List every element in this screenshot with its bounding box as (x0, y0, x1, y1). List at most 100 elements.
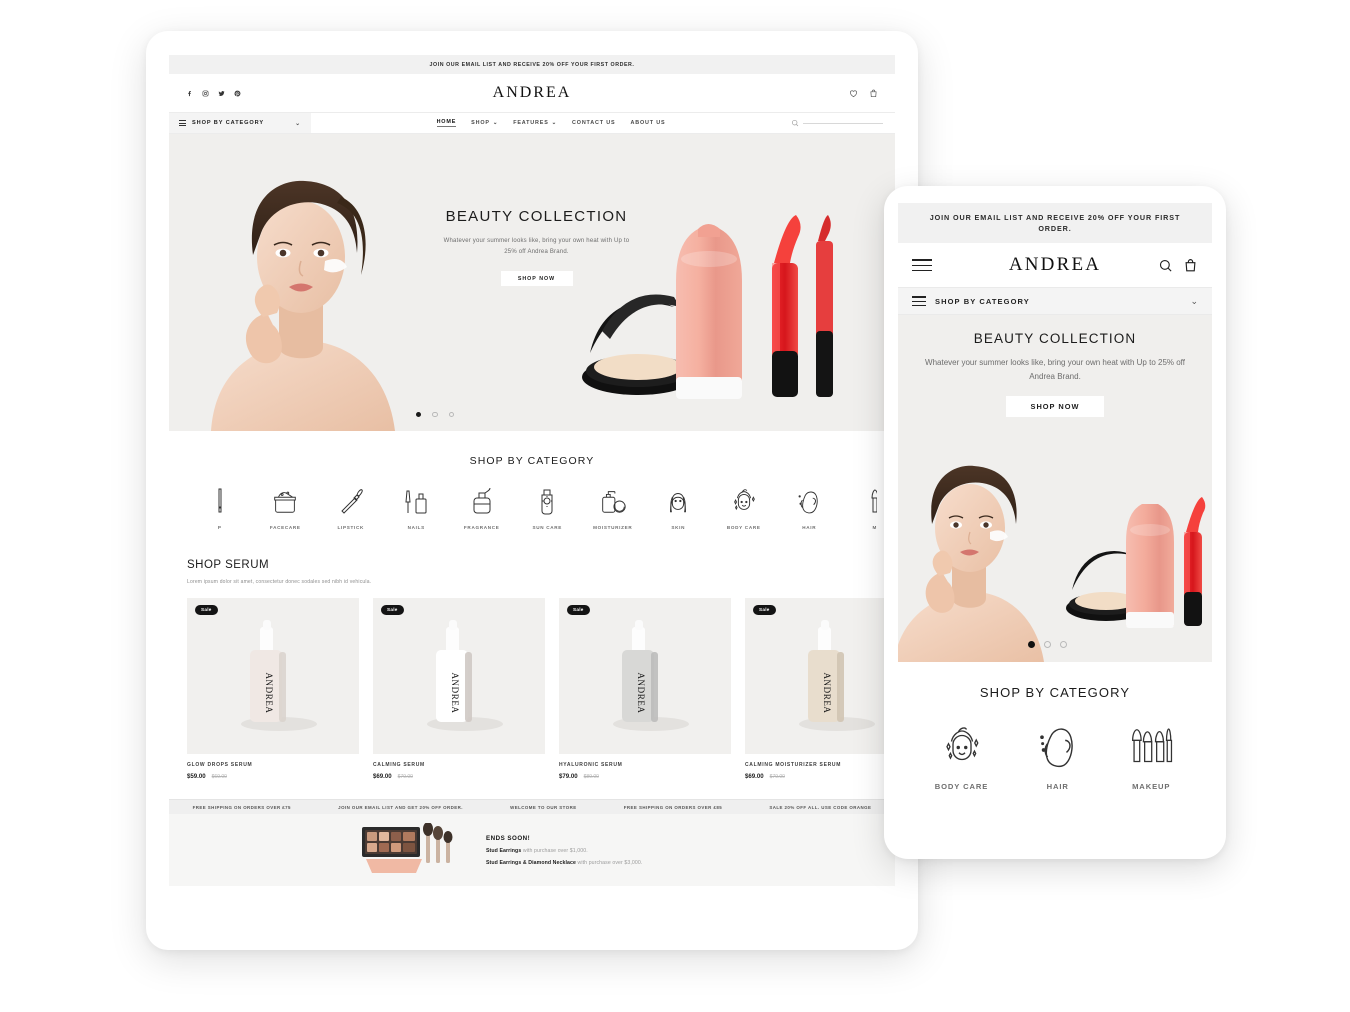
marquee-item: JOIN OUR EMAIL LIST AND GET 20% OFF ORDE… (338, 804, 463, 810)
menu-item-features[interactable]: FEATURES ⌄ (513, 120, 557, 126)
category-item-nails[interactable]: NAILS (384, 486, 450, 530)
brand-logo[interactable]: ANDREA (493, 84, 572, 102)
mobile-header-actions (1158, 258, 1198, 273)
hamburger-menu-icon[interactable] (912, 259, 932, 272)
category-item-facecare[interactable]: FACECARE (253, 486, 319, 530)
promo-line-2: Stud Earrings & Diamond Necklace with pu… (486, 860, 704, 866)
hero-carousel-dots (416, 411, 455, 417)
shop-by-category-label: SHOP BY CATEGORY (192, 120, 265, 126)
mobile-hero-image (898, 466, 1206, 663)
carousel-dot-3[interactable] (448, 411, 455, 417)
marquee-bar: FREE SHIPPING ON ORDERS OVER £75 JOIN OU… (169, 799, 895, 814)
product-name: CALMING MOISTURIZER SERUM (745, 762, 842, 768)
hamburger-menu-icon (179, 120, 186, 126)
promo-line-1-rest: with purchase over $1,000. (521, 847, 588, 854)
facebook-icon[interactable] (186, 90, 193, 97)
promo-banner: ENDS SOON! Stud Earrings with purchase o… (169, 814, 895, 886)
header-actions (849, 89, 878, 98)
category-label: FRAGRANCE (463, 525, 500, 530)
carousel-dot-2[interactable] (1044, 641, 1051, 649)
search-icon[interactable] (1158, 258, 1173, 273)
lipstick-icon (341, 489, 363, 514)
carousel-dot-2[interactable] (432, 411, 438, 417)
category-item-body-care[interactable]: BODY CARE (711, 486, 777, 530)
menu-item-contact-us[interactable]: CONTACT US (572, 120, 615, 126)
brand-logo[interactable]: ANDREA (1009, 254, 1101, 276)
wishlist-heart-icon[interactable] (849, 89, 858, 98)
mobile-hero-text-block: BEAUTY COLLECTION Whatever your summer l… (898, 315, 1212, 417)
product-card[interactable]: Sale ANDREA HYALURONIC SERUM $79.00 $89.… (559, 598, 731, 780)
shopping-bag-icon[interactable] (869, 89, 878, 98)
promo-heading: ENDS SOON! (486, 834, 531, 842)
search-input[interactable] (791, 113, 895, 133)
category-item-sun-care[interactable]: SUN CARE (515, 486, 581, 530)
serum-subtitle: Lorem ipsum dolor sit amet, consectetur … (187, 579, 372, 585)
category-section-title: SHOP BY CATEGORY (469, 455, 595, 467)
announcement-bar: JOIN OUR EMAIL LIST AND RECEIVE 20% OFF … (169, 55, 895, 74)
serum-title: SHOP SERUM (187, 559, 270, 571)
menu-item-home-label: HOME (436, 119, 457, 125)
mobile-hero-title: BEAUTY COLLECTION (973, 331, 1137, 347)
category-item-fragrance[interactable]: FRAGRANCE (449, 486, 515, 530)
product-card[interactable]: Sale ANDREA GLOW DROPS SERUM $59.00 $69.… (187, 598, 359, 780)
category-label: SUN CARE (532, 525, 563, 530)
desktop-viewport: JOIN OUR EMAIL LIST AND RECEIVE 20% OFF … (169, 55, 895, 927)
desktop-header: ANDREA (169, 74, 895, 112)
mobile-shop-by-category-button[interactable]: SHOP BY CATEGORY ⌄ (898, 287, 1212, 316)
twitter-icon[interactable] (218, 90, 225, 97)
product-thumbnail: Sale ANDREA (187, 598, 359, 754)
shop-by-category-button[interactable]: SHOP BY CATEGORY ⌄ (169, 113, 311, 133)
pinterest-icon[interactable] (234, 90, 241, 97)
product-price: $59.00 $69.00 (187, 773, 359, 780)
product-card[interactable]: Sale ANDREA CALMING SERUM $69.00 $79.00 (373, 598, 545, 780)
category-item-skin[interactable]: SKIN (646, 486, 712, 530)
mobile-announcement-bar: JOIN OUR EMAIL LIST AND RECEIVE 20% OFF … (898, 203, 1212, 244)
makeup-brush-icon (871, 489, 877, 513)
mobile-category-item-makeup[interactable]: MAKEUP (1127, 722, 1175, 791)
sunscreen-tube-icon (541, 489, 553, 515)
mobile-category-section: SHOP BY CATEGORY BODY CARE HAIR MAKEUP (898, 662, 1212, 791)
instagram-icon[interactable] (202, 90, 209, 97)
category-label: MOISTURIZER (593, 525, 633, 530)
category-label: NAILS (407, 525, 425, 530)
sale-badge: Sale (567, 605, 590, 615)
mobile-category-item-body-care[interactable]: BODY CARE (935, 722, 989, 791)
hamburger-menu-icon (912, 296, 926, 307)
carousel-dot-3[interactable] (1060, 641, 1067, 649)
product-card[interactable]: Sale ANDREA CALMING MOISTURIZER SERUM $6… (745, 598, 895, 780)
category-item-hair[interactable]: HAIR (777, 486, 843, 530)
marquee-item: WELCOME TO OUR STORE (510, 804, 577, 810)
brand-logo-wrap: ANDREA (169, 74, 895, 112)
search-underline (803, 122, 883, 124)
product-thumbnail: Sale ANDREA (373, 598, 545, 754)
category-label: BODY CARE (726, 525, 761, 530)
svg-text:ANDREA: ANDREA (264, 672, 274, 713)
product-price-compare: $69.00 (211, 774, 227, 780)
mobile-category-list: BODY CARE HAIR MAKEUP (912, 722, 1198, 791)
menu-item-home[interactable]: HOME (436, 119, 457, 127)
product-price: $79.00 $89.00 (559, 773, 731, 780)
mobile-category-section-title: SHOP BY CATEGORY (979, 685, 1131, 701)
product-price-current: $69.00 (373, 773, 392, 780)
carousel-dot-1[interactable] (416, 411, 422, 417)
product-price-current: $69.00 (745, 773, 764, 780)
sale-badge: Sale (753, 605, 776, 615)
product-name: HYALURONIC SERUM (559, 762, 623, 768)
promo-text-block: ENDS SOON! Stud Earrings with purchase o… (486, 835, 704, 866)
menu-item-shop[interactable]: SHOP ⌄ (471, 120, 498, 126)
category-item-moisturizer[interactable]: MOISTURIZER (580, 486, 646, 530)
promo-line-2-bold: Stud Earrings & Diamond Necklace (486, 859, 576, 866)
category-item-p[interactable]: P (187, 486, 253, 530)
category-label: SKIN (671, 525, 686, 530)
category-item-lipstick[interactable]: LIPSTICK (318, 486, 384, 530)
mobile-category-item-hair[interactable]: HAIR (1034, 722, 1082, 791)
serum-section-header: SHOP SERUM Lorem ipsum dolor sit amet, c… (169, 536, 895, 585)
shopping-bag-icon[interactable] (1183, 258, 1198, 273)
marquee-item: FREE SHIPPING ON ORDERS OVER £75 (192, 804, 291, 810)
serum-bottle-image: ANDREA (427, 620, 503, 731)
menu-item-about-us[interactable]: ABOUT US (630, 120, 665, 126)
mobile-hero-shop-now-button[interactable]: SHOP NOW (1006, 395, 1104, 417)
carousel-dot-1[interactable] (1028, 641, 1035, 649)
category-item-m[interactable]: M (842, 486, 877, 530)
promo-line-2-rest: with purchase over $3,000. (575, 859, 643, 866)
